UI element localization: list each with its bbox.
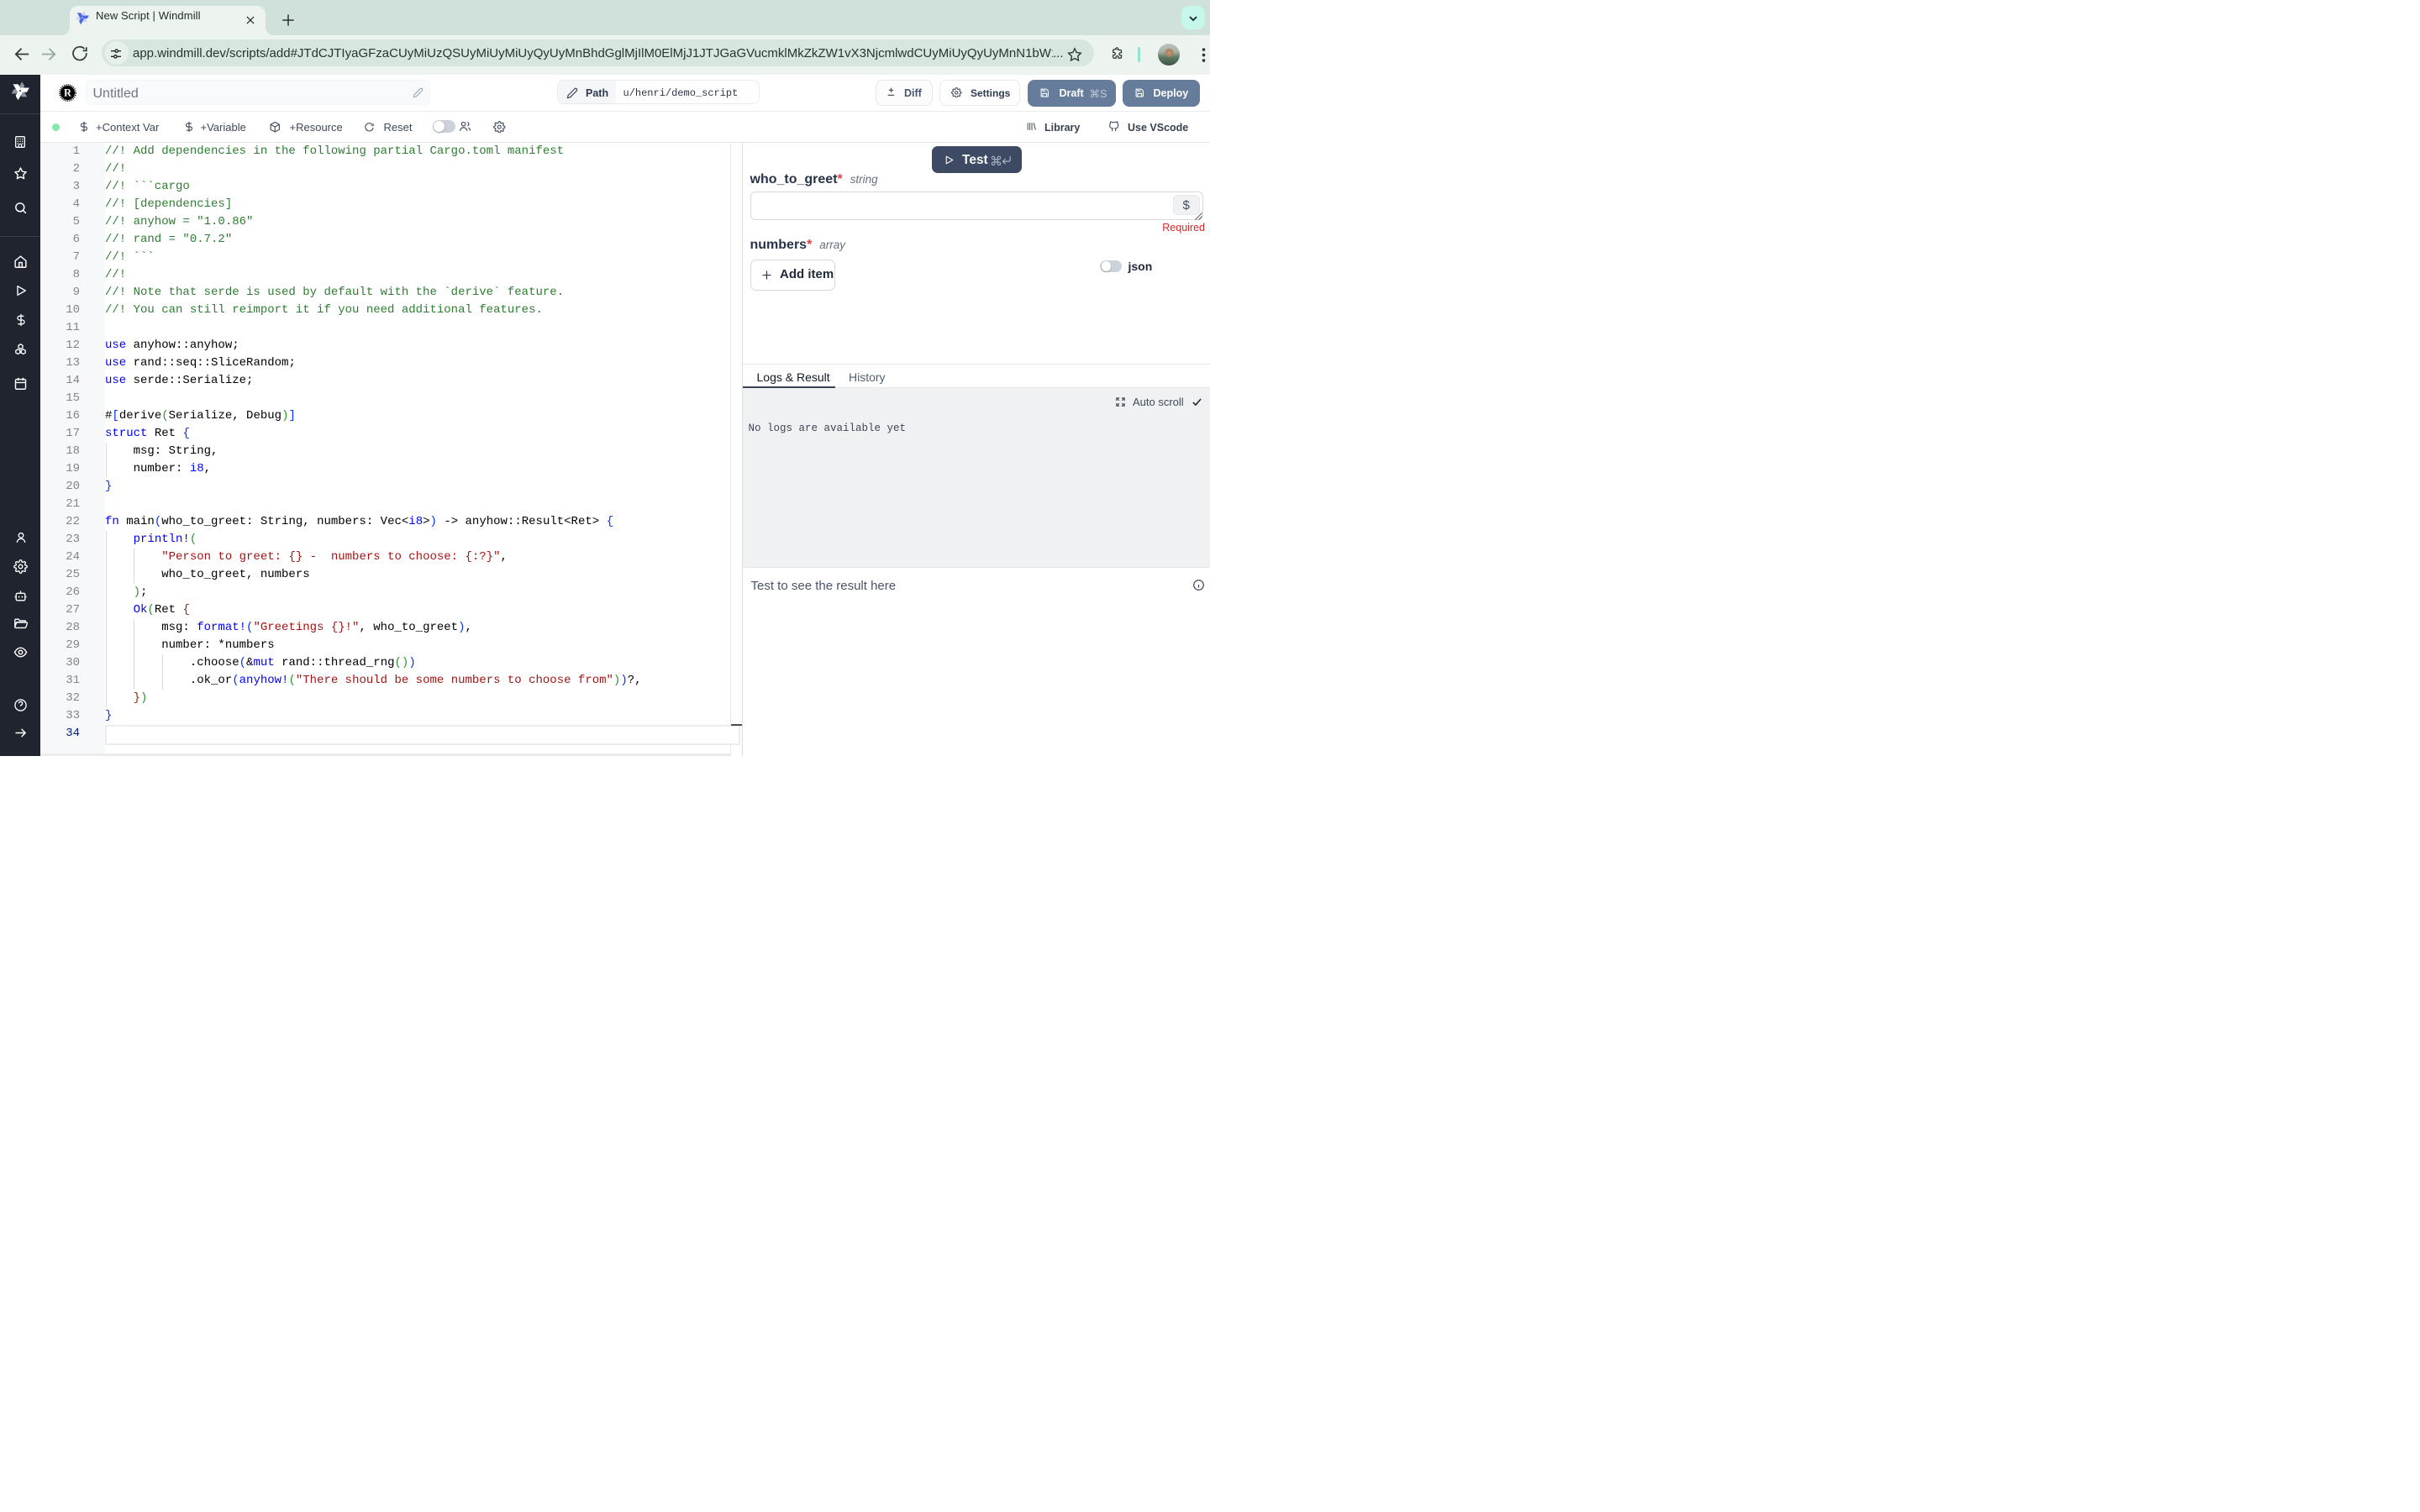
svg-text:R: R — [64, 87, 72, 99]
